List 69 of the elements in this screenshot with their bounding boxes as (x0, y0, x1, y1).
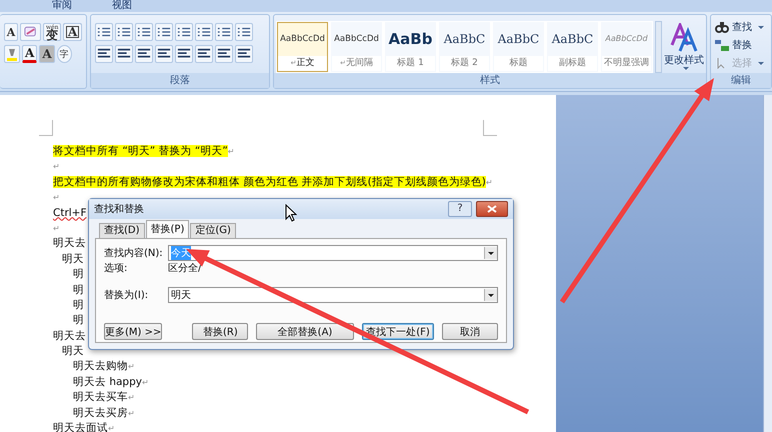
group-label: 编辑 (731, 75, 751, 86)
scrollbar[interactable] (763, 95, 772, 432)
document-text: 明天去买房 (73, 406, 128, 419)
bullets-icon[interactable] (95, 23, 113, 41)
style-item[interactable]: AaBb 标题 1 (385, 22, 436, 72)
paragraph-mark: ↵ (128, 362, 135, 372)
paragraph-mark: ↵ (53, 224, 60, 233)
close-button[interactable] (476, 201, 508, 217)
replace-button[interactable]: 替换 (715, 37, 767, 53)
dialog-tab[interactable]: 定位(G) (190, 223, 236, 238)
group-label: 样式 (480, 75, 500, 86)
clear-formatting-icon[interactable] (20, 23, 42, 41)
field-label: 查找内容(N): (104, 246, 164, 260)
dialog-button[interactable]: 全部替换(A) (256, 323, 354, 340)
find-button[interactable]: 查找 (715, 19, 767, 35)
align-left-icon[interactable] (95, 45, 113, 63)
style-item[interactable]: AaBbC 副标题 (547, 22, 598, 72)
grow-font-button[interactable]: A (4, 23, 18, 41)
dialog-tab[interactable]: 查找(D) (99, 223, 145, 238)
dialog-button[interactable]: 替换(R) (192, 323, 248, 340)
document-text: 明 (73, 268, 84, 280)
close-icon (487, 205, 497, 213)
character-shading-button[interactable]: A (39, 45, 55, 63)
paragraph-mark: ↵ (486, 178, 493, 187)
dialog-button[interactable]: 查找下一处(F) (362, 323, 434, 340)
paragraph-mark: ↵ (128, 393, 135, 402)
style-item[interactable]: AaBbC 标题 (493, 22, 544, 72)
gallery-scrollbar[interactable] (655, 21, 662, 73)
document-text: 明 (73, 284, 84, 296)
dialog-tab[interactable]: 替换(P) (146, 220, 190, 238)
paragraph-mark: ↵ (128, 408, 135, 418)
document-text: Ctrl+F (53, 206, 87, 219)
styles-icon (669, 23, 699, 53)
font-color-button[interactable]: A (22, 45, 38, 63)
change-styles-button[interactable]: 更改样式 (664, 21, 704, 73)
mouse-pointer-icon (285, 204, 297, 222)
document-text: 把文档中的所有购物修改为宋体和粗体 颜色为红色 并添加下划线(指定下划线颜色为绿色) (53, 176, 486, 188)
highlighter-icon[interactable] (4, 45, 20, 63)
margin-corner-mark (39, 120, 53, 136)
document-text: 明天去购物 (73, 360, 128, 372)
group-label: 段落 (170, 75, 190, 86)
document-text: 明天 (62, 252, 84, 265)
paragraph-mark: ↵ (228, 147, 234, 156)
margin-corner-mark (483, 120, 497, 136)
paragraph-mark: ↵ (142, 378, 149, 387)
paragraph-mark: ↵ (53, 162, 60, 172)
field-label: 替换为(I): (104, 288, 150, 302)
document-text: 明 (73, 298, 84, 311)
ribbon-tab[interactable]: 视图 (112, 0, 132, 12)
character-border-button[interactable]: A (63, 23, 82, 41)
document-text: 明天去 (53, 330, 86, 342)
style-item[interactable]: AaBbC 标题 2 (439, 22, 490, 72)
document-text: 明 (73, 314, 84, 326)
document-text: 明天去 (53, 237, 86, 250)
document-text: 明天去 happy (73, 376, 142, 388)
enclose-character-button[interactable]: 字 (56, 45, 72, 63)
document-text: 将文档中所有 “明天” 替换为 “明天” (53, 145, 228, 157)
dialog-button[interactable]: 取消 (442, 323, 498, 340)
dialog-button[interactable]: 更多(M) >> (104, 323, 162, 340)
paragraph-mark: ↵ (53, 193, 60, 202)
binoculars-icon (715, 21, 729, 33)
help-button[interactable]: ? (448, 201, 472, 217)
replace-field[interactable]: 明天 (168, 287, 498, 303)
options-label: 选项: (104, 262, 128, 275)
paragraph-mark: ↵ (108, 424, 115, 432)
style-item[interactable]: AaBbCcDd 不明显强调 (601, 22, 652, 72)
document-text: 明天去买车 (73, 391, 128, 404)
dialog-title: 查找和替换 (94, 202, 144, 216)
document-text: 明天 (62, 345, 84, 358)
